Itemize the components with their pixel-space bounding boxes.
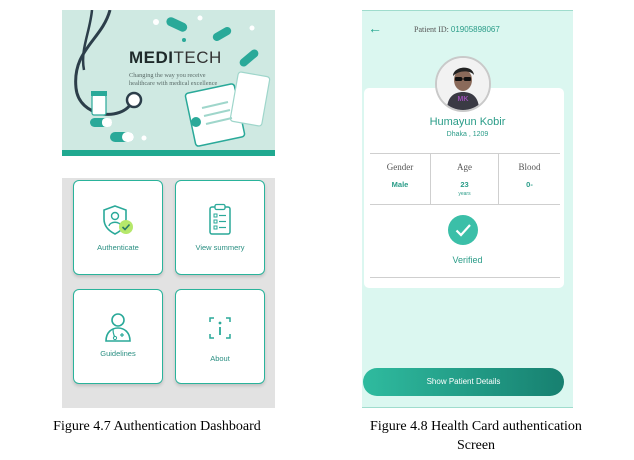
- bottom-border: [362, 407, 573, 408]
- app-tagline: Changing the way you receive healthcare …: [129, 72, 218, 87]
- stat-gender-label: Gender: [386, 162, 414, 172]
- doctor-icon: [74, 310, 162, 349]
- dashboard-screen: MEDITECH Changing the way you receive he…: [62, 10, 275, 408]
- patient-id: Patient ID: 01905898067: [414, 25, 500, 34]
- stat-blood-label: Blood: [518, 162, 541, 172]
- view-summary-tile[interactable]: View summery: [175, 180, 265, 275]
- patient-id-value: 01905898067: [450, 25, 500, 34]
- info-icon: [176, 314, 264, 347]
- patient-name: Humayun Kobir: [429, 116, 506, 128]
- caption-line-1: Figure 4.8 Health Card authentication: [370, 419, 582, 434]
- authenticate-tile[interactable]: Authenticate: [73, 180, 163, 275]
- stat-gender: Gender Male: [370, 154, 430, 204]
- figure-caption-health-card: Figure 4.8 Health Card authentication Sc…: [326, 417, 626, 455]
- patient-id-label: Patient ID:: [414, 25, 449, 34]
- header-banner: MEDITECH Changing the way you receive he…: [62, 10, 275, 150]
- show-patient-details-button[interactable]: Show Patient Details: [363, 368, 564, 396]
- check-circle-icon: [448, 215, 478, 245]
- health-card-screen: ← Patient ID: 01905898067 MK Humayun Kob…: [362, 10, 573, 408]
- about-tile[interactable]: About: [175, 289, 265, 384]
- view-summary-label: View summery: [195, 243, 245, 252]
- stat-gender-value: Male: [391, 180, 409, 189]
- stat-age: Age 23 years: [431, 154, 498, 204]
- top-border: [362, 10, 573, 11]
- stat-blood: Blood 0-: [499, 154, 560, 204]
- back-arrow-icon[interactable]: ←: [368, 21, 382, 35]
- stat-blood-value: 0-: [526, 180, 533, 189]
- shield-user-icon: [74, 203, 162, 242]
- stat-age-value: 23: [460, 180, 469, 189]
- patient-address: Dhaka , 1209: [446, 131, 489, 138]
- verified-status: Verified: [452, 255, 483, 265]
- patient-stats: Gender Male Age 23 years Blood 0-: [370, 153, 560, 205]
- avatar-initials: MK: [457, 96, 469, 103]
- stat-age-unit: years: [458, 191, 471, 197]
- about-label: About: [210, 354, 230, 363]
- figure-caption-dashboard: Figure 4.7 Authentication Dashboard: [53, 419, 261, 434]
- app-logo-title: MEDITECH: [129, 48, 222, 67]
- avatar: MK: [435, 56, 491, 112]
- authenticate-label: Authenticate: [97, 243, 139, 252]
- guidelines-label: Guidelines: [100, 349, 136, 358]
- divider-line: [370, 277, 560, 278]
- stat-age-label: Age: [457, 162, 472, 172]
- caption-line-2: Screen: [456, 438, 496, 453]
- guidelines-tile[interactable]: Guidelines: [73, 289, 163, 384]
- clipboard-list-icon: [176, 203, 264, 242]
